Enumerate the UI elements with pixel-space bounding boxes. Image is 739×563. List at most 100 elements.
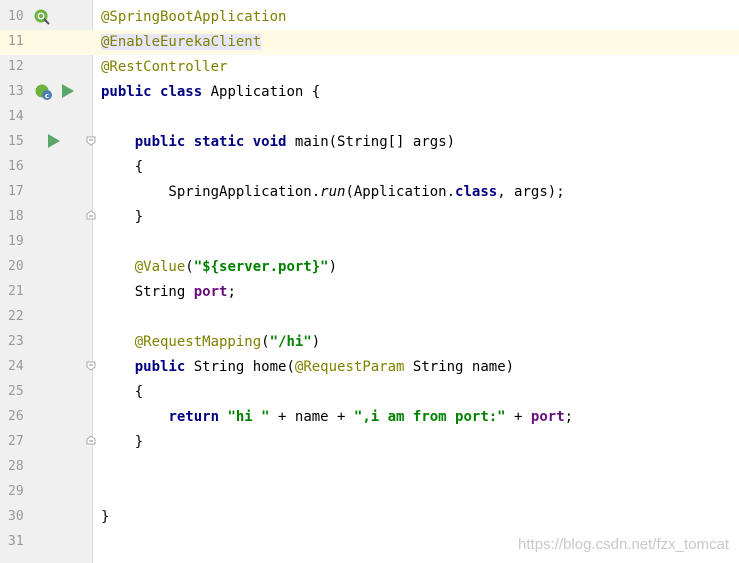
line-number: 31 [8,534,24,549]
code-text[interactable]: public static void main(String[] args) [101,132,455,152]
code-token-string: "hi " [227,409,279,425]
code-line[interactable]: 26 return "hi " + name + ",i am from por… [0,405,739,430]
fold-open-icon[interactable] [86,136,96,146]
code-line[interactable]: 22 [0,305,739,330]
code-token-string: "/hi" [269,334,312,350]
line-number: 23 [8,334,24,349]
code-token-keyword: return [168,409,228,425]
code-line[interactable]: 29 [0,480,739,505]
code-text[interactable]: @Value("${server.port}") [101,257,337,277]
code-token-plain: String name) [412,359,515,375]
code-line[interactable]: 23 @RequestMapping("/hi") [0,330,739,355]
code-text[interactable]: @RestController [101,57,227,77]
line-number: 19 [8,234,24,249]
code-token-plain: String [101,284,194,300]
code-token-plain: { [101,159,144,175]
line-number: 25 [8,384,24,399]
code-text[interactable]: } [101,432,143,452]
code-text[interactable]: @SpringBootApplication [101,7,286,27]
code-line[interactable]: 24 public String home(@RequestParam Stri… [0,355,739,380]
code-token-keyword: public [134,134,194,150]
fold-open-icon[interactable] [86,361,96,371]
code-text[interactable]: @EnableEurekaClient [101,32,262,52]
code-text[interactable]: @RequestMapping("/hi") [101,332,320,352]
line-number: 24 [8,359,24,374]
code-text[interactable]: } [101,207,143,227]
line-number: 30 [8,509,24,524]
line-number: 12 [8,59,24,74]
code-line[interactable]: 19 [0,230,739,255]
code-line[interactable]: 30} [0,505,739,530]
line-number: 27 [8,434,24,449]
code-token-plain: { [101,384,144,400]
code-line[interactable]: 15 public static void main(String[] args… [0,130,739,155]
code-token-plain: String home( [193,359,295,375]
fold-close-icon[interactable] [86,435,96,445]
line-number: 20 [8,259,24,274]
watermark: https://blog.csdn.net/fzx_tomcat [518,536,729,553]
code-line[interactable]: 12 @RestController [0,55,739,80]
code-line[interactable]: 28 [0,455,739,480]
spring-boot-config-icon[interactable] [33,8,51,26]
code-token-plain: + [514,409,531,425]
code-token-plain: ( [185,259,194,275]
code-line[interactable]: 27 } [0,430,739,455]
spring-bean-icon[interactable]: c [34,83,54,101]
code-line[interactable]: 13 public class Application { [0,80,739,105]
code-token-plain: , args); [497,184,565,200]
line-number: 28 [8,459,24,474]
code-line[interactable]: 16 { [0,155,739,180]
code-line[interactable]: 17 SpringApplication.run(Application.cla… [0,180,739,205]
line-number: 29 [8,484,24,499]
code-line[interactable]: 11 @EnableEurekaClient [0,30,739,55]
code-token-plain: ( [261,334,270,350]
code-token-annotation: @Value [134,259,186,275]
fold-close-icon[interactable] [86,210,96,220]
code-text[interactable]: } [101,507,109,527]
code-text[interactable]: SpringApplication.run(Application.class,… [101,182,565,202]
line-number: 18 [8,209,24,224]
code-text[interactable]: public class Application { [101,82,320,102]
code-line[interactable]: 14 [0,105,739,130]
code-token-plain: ) [328,259,338,275]
code-token-plain: ) [311,334,321,350]
code-line[interactable]: 21 String port; [0,280,739,305]
code-line[interactable]: 20 @Value("${server.port}") [0,255,739,280]
code-token-string: "${server.port}" [193,259,329,275]
code-token-plain: ; [564,409,574,425]
code-text[interactable]: public String home(@RequestParam String … [101,357,514,377]
code-token-annotation: @SpringBootApplication [101,9,287,25]
code-token-plain: SpringApplication. [101,184,321,200]
line-number: 16 [8,159,24,174]
code-token-annotation: @EnableEurekaClient [101,34,262,50]
code-token-keyword: public [101,84,161,100]
code-text[interactable]: { [101,157,143,177]
line-number: 11 [8,34,24,49]
code-token-plain: } [101,434,144,450]
code-token-plain: Application { [210,84,321,100]
code-line[interactable]: 10 @SpringBootApplication [0,5,739,30]
code-token-annotation: @RequestParam [294,359,413,375]
line-number: 22 [8,309,24,324]
code-token-keyword: void [252,134,295,150]
run-class-icon[interactable] [61,83,75,99]
line-number: 15 [8,134,24,149]
code-line[interactable]: 25 { [0,380,739,405]
line-number: 26 [8,409,24,424]
code-token-plain: ; [227,284,236,300]
code-token-plain: (Application. [345,184,456,200]
code-text[interactable]: return "hi " + name + ",i am from port:"… [101,407,573,427]
code-token-plain: } [101,209,144,225]
code-text[interactable]: String port; [101,282,236,302]
code-token-annotation: @RestController [101,59,228,75]
run-main-icon[interactable] [47,133,61,149]
line-number: 17 [8,184,24,199]
line-number: 21 [8,284,24,299]
code-line[interactable]: 18 } [0,205,739,230]
svg-text:c: c [45,92,49,100]
code-text[interactable]: { [101,382,143,402]
